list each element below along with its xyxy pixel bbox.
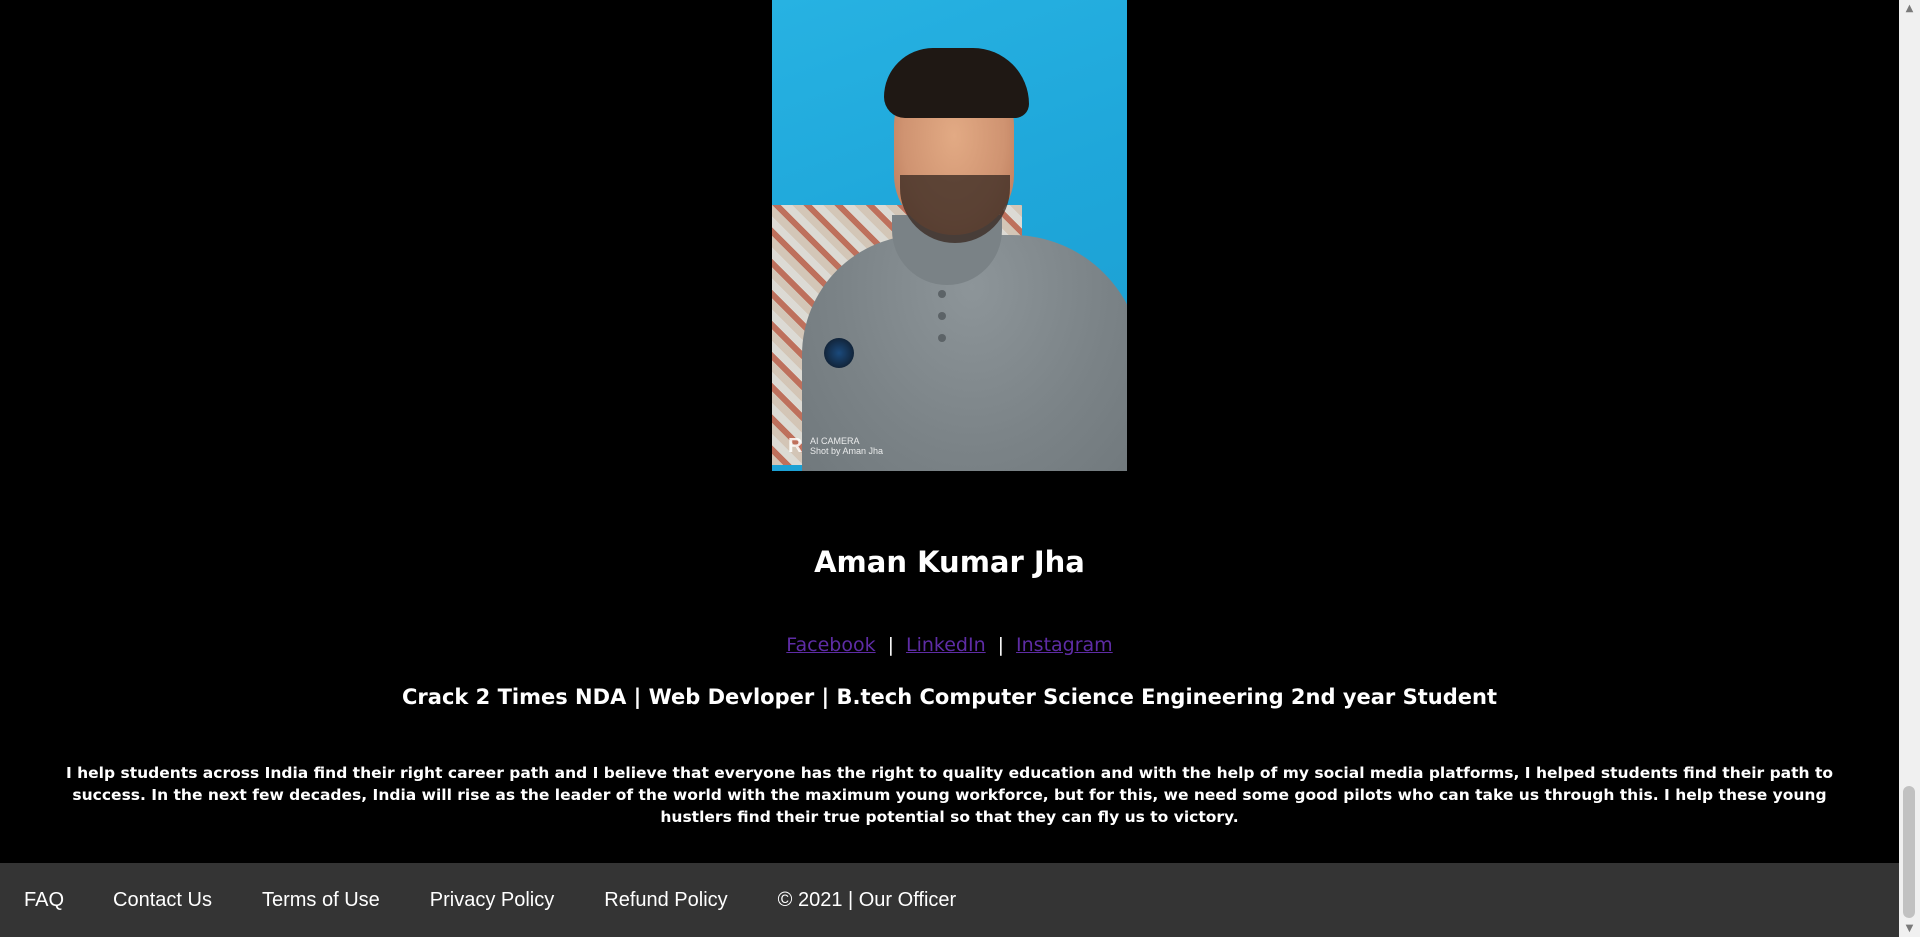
separator: | [997,634,1005,656]
footer: FAQ Contact Us Terms of Use Privacy Poli… [0,863,1899,937]
main-content: R AI CAMERA Shot by Aman Jha Aman Kumar … [0,0,1899,863]
facebook-link[interactable]: Facebook [786,634,875,656]
scroll-thumb[interactable] [1903,786,1915,918]
page: R AI CAMERA Shot by Aman Jha Aman Kumar … [0,0,1920,937]
profile-tagline: Crack 2 Times NDA | Web Devloper | B.tec… [402,685,1497,709]
profile-photo: R AI CAMERA Shot by Aman Jha [772,0,1127,471]
photo-shirt-button [938,334,946,342]
watermark-line1: AI CAMERA [810,436,860,446]
social-links: Facebook | LinkedIn | Instagram [0,633,1899,657]
photo-shirt-button [938,312,946,320]
scroll-up-arrow-icon[interactable]: ▲ [1899,0,1920,17]
separator: | [887,634,894,656]
footer-contact-us-link[interactable]: Contact Us [113,888,212,912]
footer-copyright: © 2021 | Our Officer [777,889,957,911]
photo-hair [884,48,1029,118]
camera-brand-logo: R [788,435,803,457]
photo-shirt-logo [824,338,854,368]
profile-bio: I help students across India find their … [65,764,1834,826]
instagram-link[interactable]: Instagram [1016,634,1113,656]
photo-shirt-button [938,290,946,298]
footer-refund-policy-link[interactable]: Refund Policy [604,888,727,912]
profile-name: Aman Kumar Jha [814,545,1085,579]
watermark-line2: Shot by Aman Jha [810,446,884,456]
page-scrollbar[interactable]: ▲ ▼ [1899,0,1920,937]
footer-faq-link[interactable]: FAQ [24,888,64,912]
linkedin-link[interactable]: LinkedIn [906,634,986,656]
footer-privacy-policy-link[interactable]: Privacy Policy [430,888,554,912]
footer-terms-of-use-link[interactable]: Terms of Use [262,888,380,912]
scroll-down-arrow-icon[interactable]: ▼ [1899,920,1920,937]
